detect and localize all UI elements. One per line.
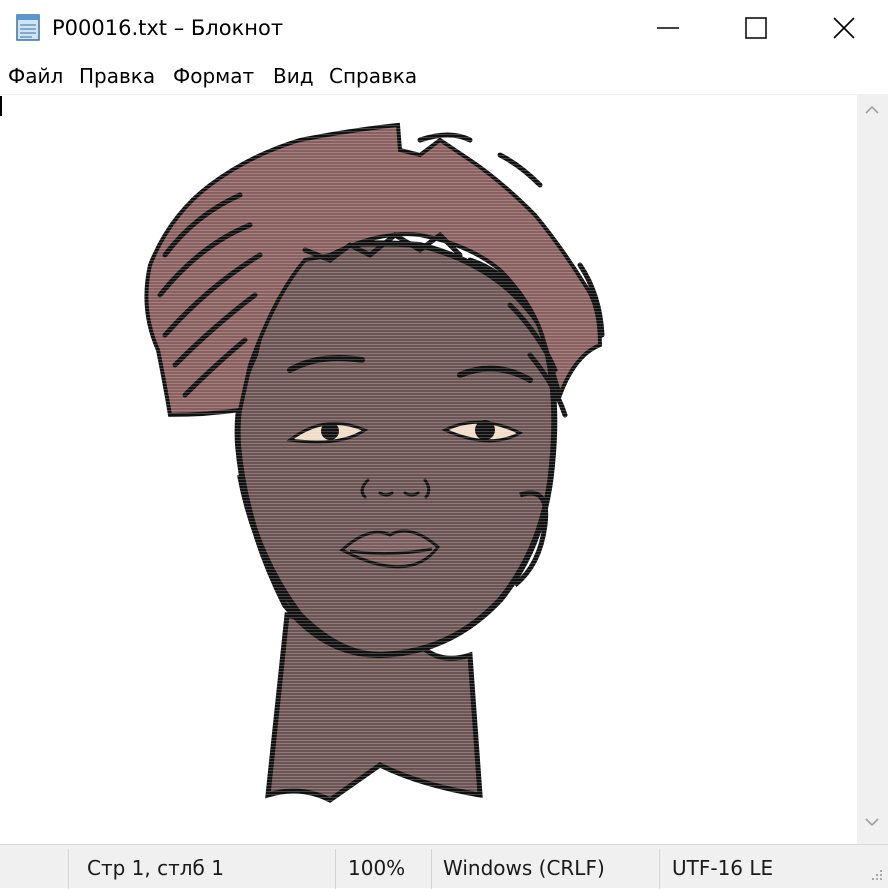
menu-format[interactable]: Формат xyxy=(173,63,254,89)
maximize-icon xyxy=(745,17,767,39)
menu-file[interactable]: Файл xyxy=(8,63,63,89)
status-separator xyxy=(659,849,660,889)
status-bar: Стр 1, стлб 1 100% Windows (CRLF) UTF-16… xyxy=(0,844,888,889)
minimize-button[interactable] xyxy=(624,0,712,56)
status-separator xyxy=(335,849,336,889)
text-art-portrait xyxy=(140,120,610,805)
menu-view[interactable]: Вид xyxy=(273,63,314,89)
status-line-endings: Windows (CRLF) xyxy=(443,856,605,880)
status-position: Стр 1, стлб 1 xyxy=(87,856,224,880)
minimize-icon xyxy=(657,27,679,29)
menu-help[interactable]: Справка xyxy=(329,63,417,89)
close-icon xyxy=(833,17,855,39)
menu-edit[interactable]: Правка xyxy=(79,63,155,89)
chevron-up-icon[interactable] xyxy=(864,104,880,116)
status-encoding: UTF-16 LE xyxy=(672,856,774,880)
status-zoom: 100% xyxy=(348,856,406,880)
vertical-scrollbar[interactable] xyxy=(857,94,888,844)
maximize-button[interactable] xyxy=(712,0,800,56)
status-separator xyxy=(431,849,432,889)
close-button[interactable] xyxy=(800,0,888,56)
chevron-down-icon[interactable] xyxy=(864,816,880,828)
window-title: P00016.txt – Блокнот xyxy=(52,16,284,40)
status-separator xyxy=(68,849,69,889)
notepad-icon xyxy=(14,12,42,42)
title-bar[interactable]: P00016.txt – Блокнот xyxy=(0,0,888,56)
text-editor[interactable] xyxy=(0,94,857,845)
menu-bar: Файл Правка Формат Вид Справка xyxy=(0,56,888,94)
resize-grip-icon[interactable] xyxy=(868,866,884,882)
